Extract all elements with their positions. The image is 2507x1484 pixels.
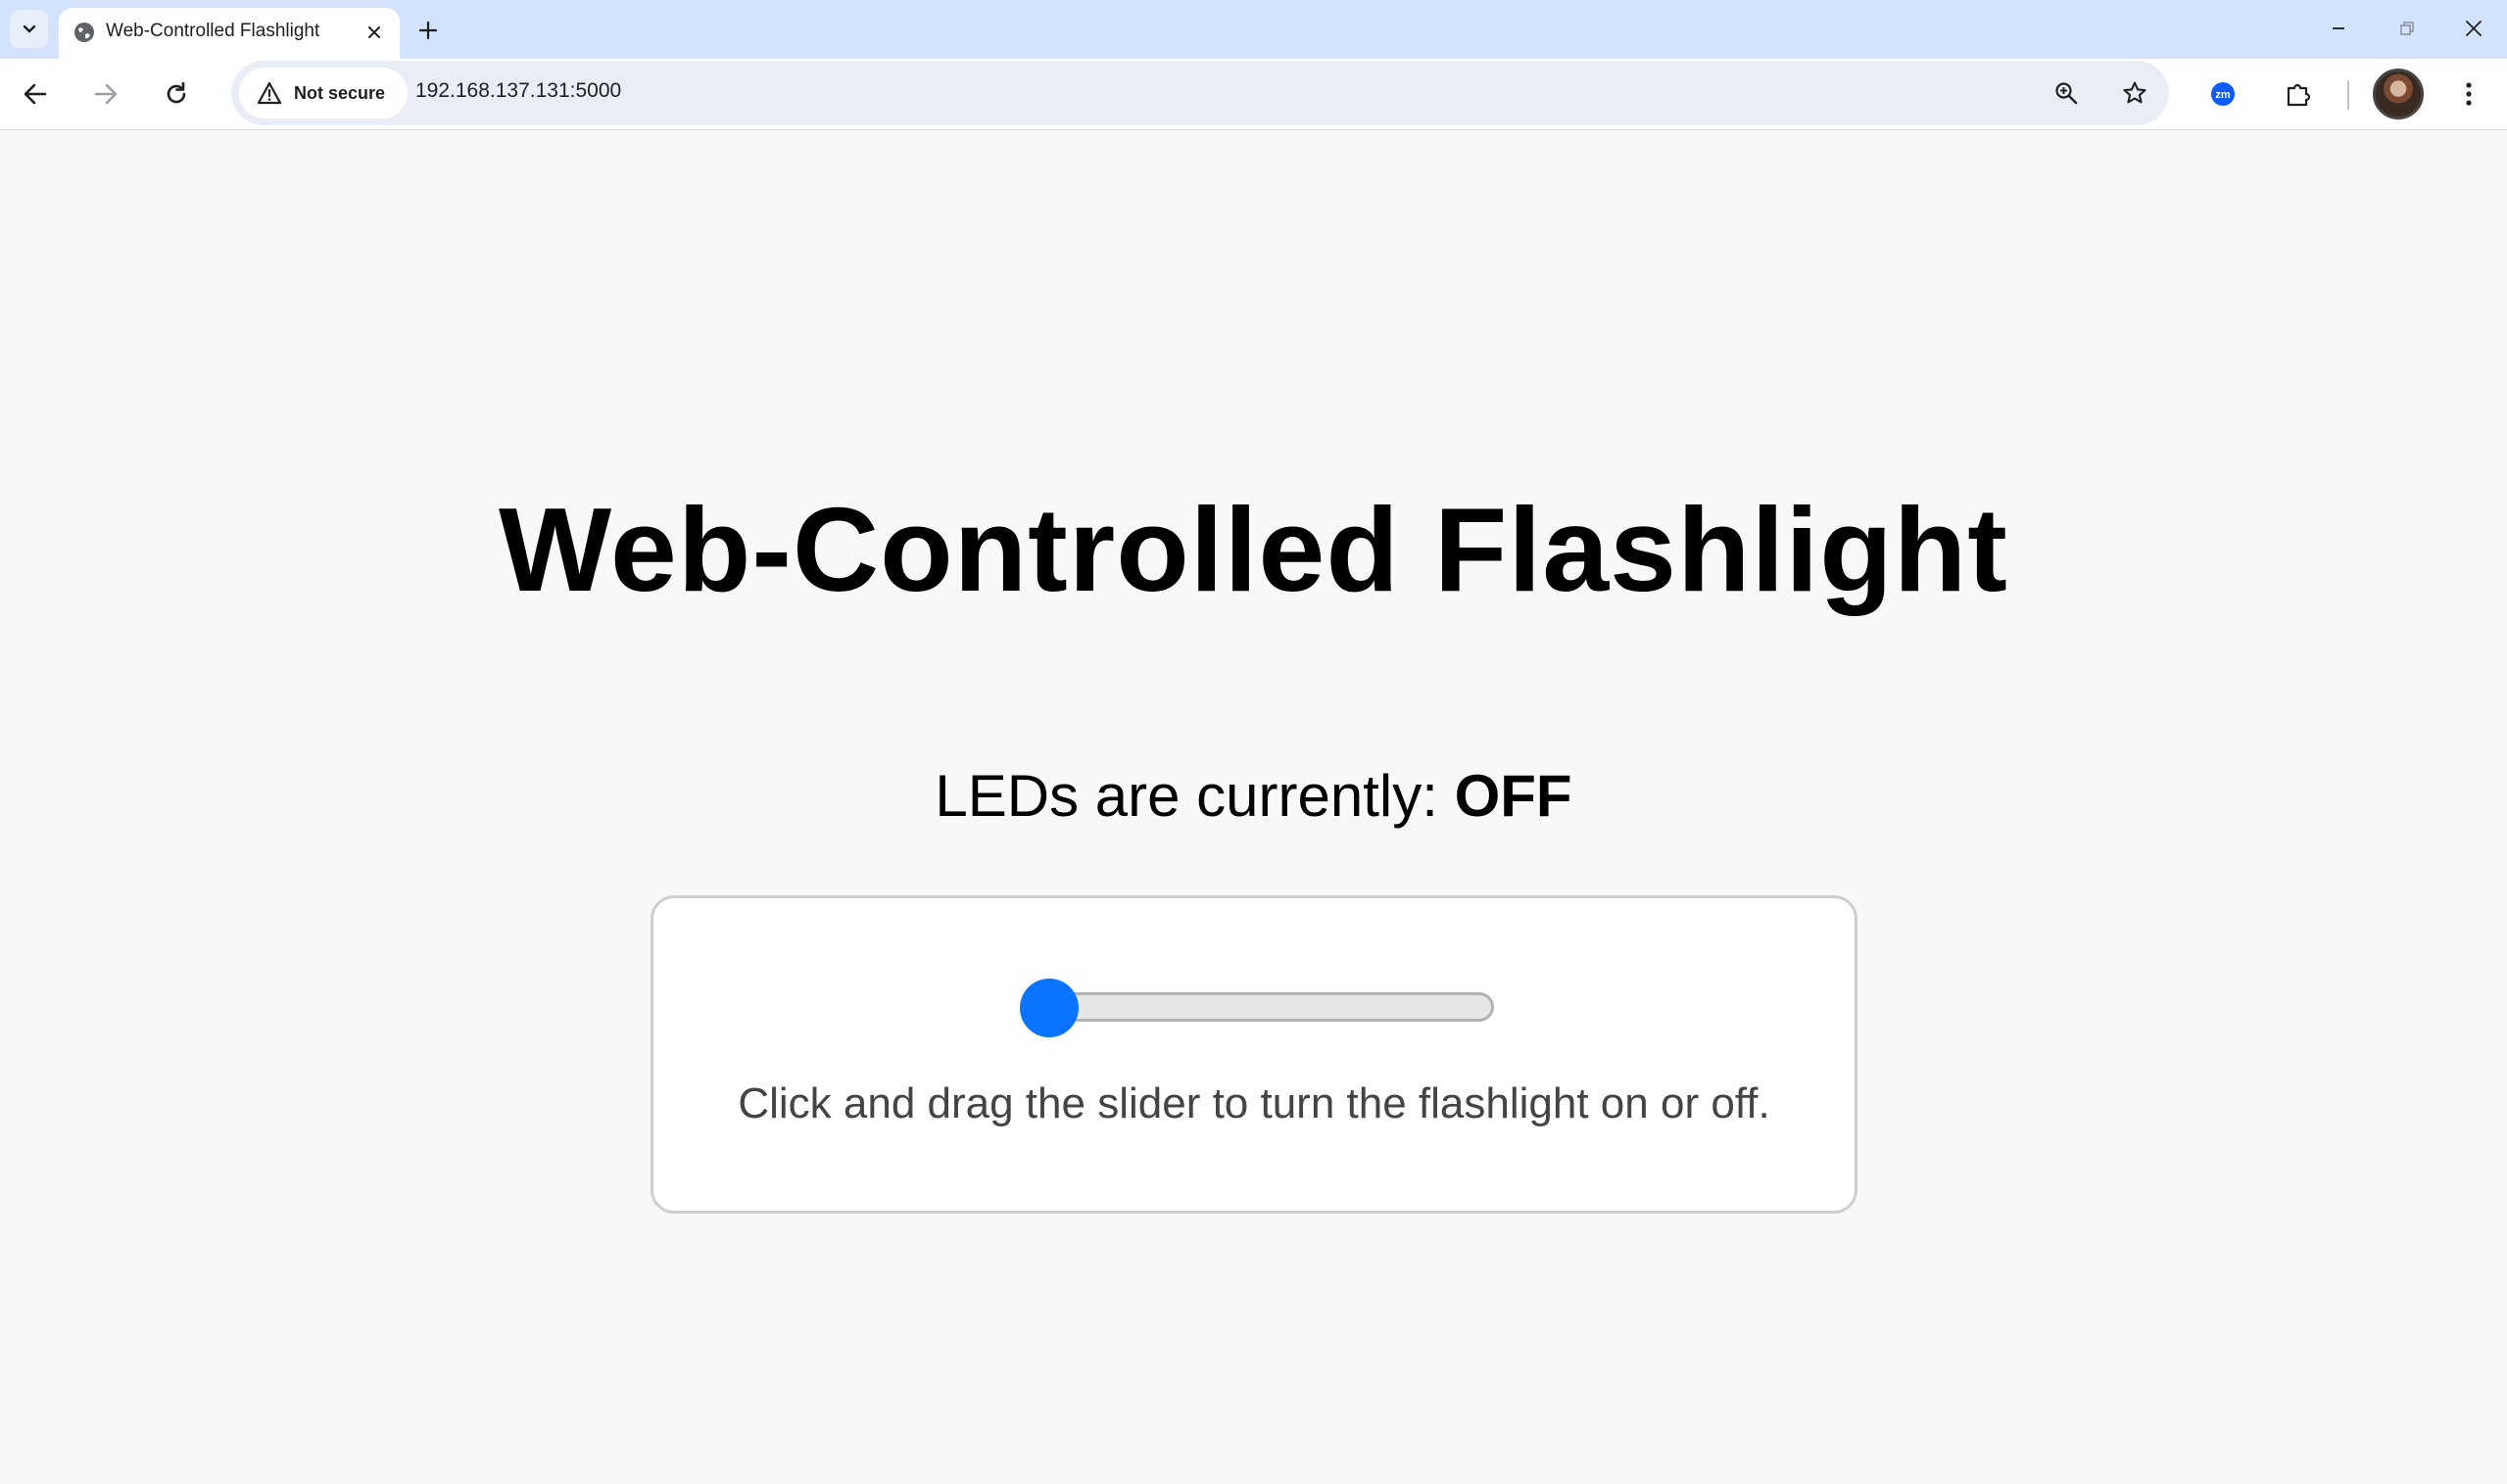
new-tab-button[interactable] xyxy=(410,12,447,49)
flashlight-slider-thumb[interactable] xyxy=(1020,979,1079,1037)
more-vertical-icon xyxy=(2466,82,2472,106)
profile-avatar[interactable] xyxy=(2373,69,2424,120)
browser-tab-active[interactable]: Web-Controlled Flashlight xyxy=(59,8,400,59)
browser-toolbar: Not secure 192.168.137.131:5000 zm xyxy=(0,59,2507,130)
tab-close-button[interactable] xyxy=(359,17,390,48)
url-text[interactable]: 192.168.137.131:5000 xyxy=(415,79,621,103)
status-prefix: LEDs are currently: xyxy=(935,763,1455,829)
minimize-icon xyxy=(2333,27,2344,29)
warning-icon xyxy=(257,81,282,105)
address-bar[interactable]: Not secure 192.168.137.131:5000 xyxy=(231,61,2169,125)
bookmark-button[interactable] xyxy=(2118,76,2151,110)
restore-icon xyxy=(2400,22,2414,35)
led-status: LEDs are currently: OFF xyxy=(0,767,2507,826)
zoom-extension-button[interactable]: zm xyxy=(2201,72,2244,116)
zoom-button[interactable] xyxy=(2049,76,2083,110)
reload-icon xyxy=(167,81,186,104)
globe-icon xyxy=(74,23,94,42)
security-label: Not secure xyxy=(294,82,386,103)
tab-search-button[interactable] xyxy=(10,10,48,48)
zoom-extension-icon: zm xyxy=(2211,82,2235,106)
close-icon xyxy=(368,26,380,38)
flashlight-slider-track[interactable] xyxy=(1022,992,1494,1022)
arrow-right-icon xyxy=(94,83,118,105)
browser-menu-button[interactable] xyxy=(2447,72,2490,116)
chevron-down-icon xyxy=(23,24,35,32)
forward-button[interactable] xyxy=(84,72,127,116)
control-card: Click and drag the slider to turn the fl… xyxy=(651,895,1857,1214)
security-indicator[interactable]: Not secure xyxy=(239,68,408,119)
minimize-button[interactable] xyxy=(2316,6,2361,51)
close-window-button[interactable] xyxy=(2451,6,2496,51)
restore-button[interactable] xyxy=(2385,6,2430,51)
page-content: Web-Controlled Flashlight LEDs are curre… xyxy=(0,131,2507,1484)
toolbar-divider xyxy=(2347,80,2349,110)
plus-icon xyxy=(418,21,438,40)
extensions-button[interactable] xyxy=(2277,72,2320,116)
tab-strip: Web-Controlled Flashlight xyxy=(0,0,2507,59)
tab-title: Web-Controlled Flashlight xyxy=(106,21,320,41)
page-title: Web-Controlled Flashlight xyxy=(499,483,2008,616)
arrow-left-icon xyxy=(24,83,47,105)
star-icon xyxy=(2123,81,2146,104)
reload-button[interactable] xyxy=(155,72,198,116)
extension-badge-text: zm xyxy=(2215,89,2231,101)
puzzle-icon xyxy=(2287,83,2311,107)
zoom-in-icon xyxy=(2055,82,2078,105)
back-button[interactable] xyxy=(14,72,57,116)
slider-hint: Click and drag the slider to turn the fl… xyxy=(738,1079,1770,1127)
status-value: OFF xyxy=(1454,763,1572,829)
close-icon xyxy=(2466,21,2482,36)
